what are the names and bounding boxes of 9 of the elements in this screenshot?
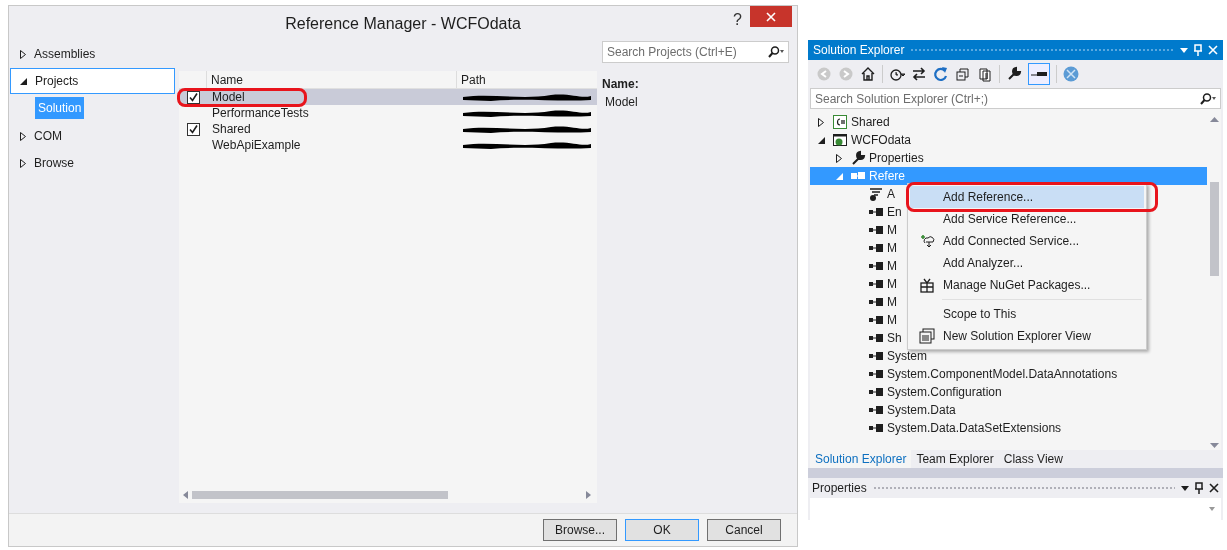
table-cell-text: PerformanceTests — [211, 105, 310, 122]
detail-label: Name: — [602, 76, 640, 93]
table-cell-text: Shared — [211, 121, 252, 138]
window-title: Reference Manager - WCFOdata — [285, 14, 521, 34]
detail-value: Model — [604, 94, 639, 111]
panel-title-bar: Solution Explorer — [808, 40, 1223, 60]
panel-title-bar: Properties — [808, 478, 1223, 498]
table-cell-text: Model — [211, 89, 246, 106]
table-cell-text: WebApiExample — [211, 137, 302, 154]
